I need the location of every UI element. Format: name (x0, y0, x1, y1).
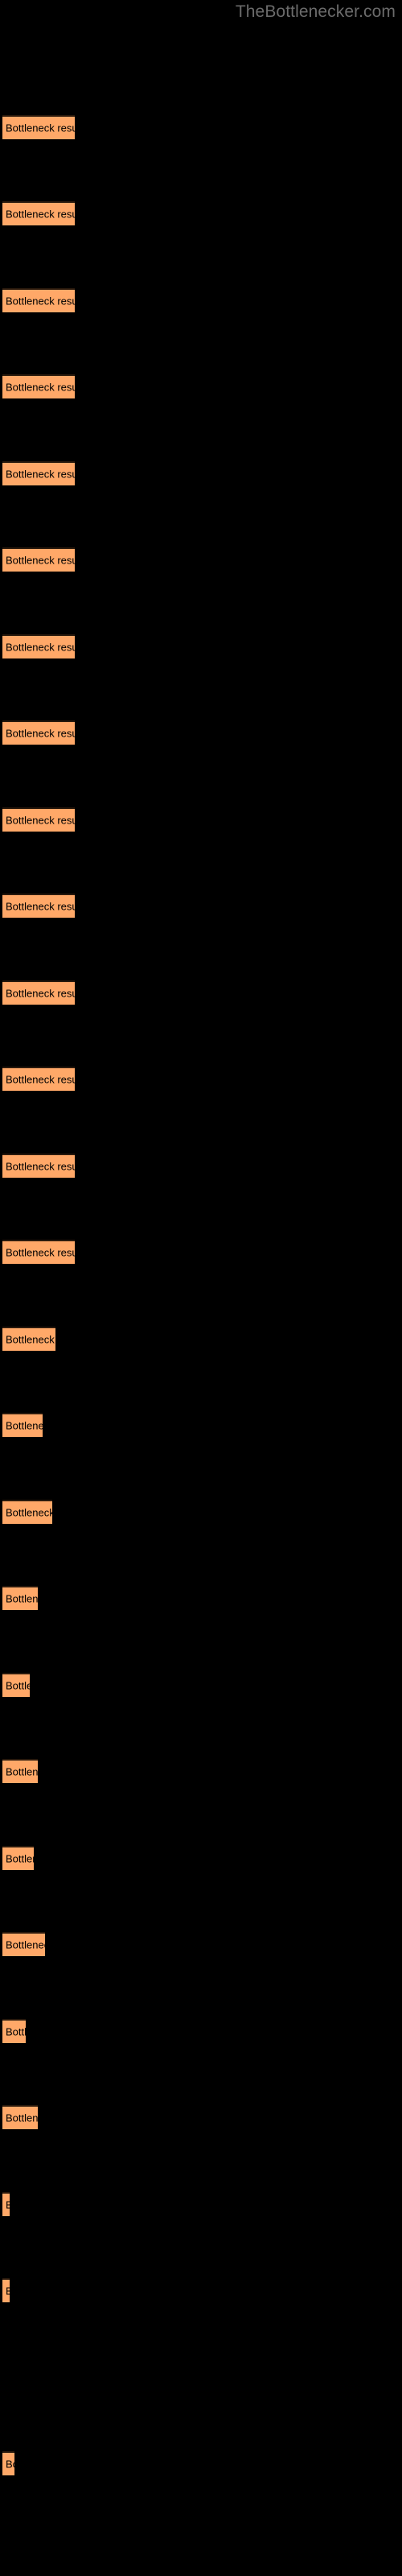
bar-label: Bottleneck result (6, 468, 75, 481)
bar-11[interactable]: Bottleneck result (2, 980, 75, 1005)
bar-label: Bottleneck result (6, 1938, 45, 1951)
bar-label: Bottleneck result (6, 1419, 43, 1432)
bar-7[interactable]: Bottleneck result (2, 634, 75, 658)
bar-3[interactable]: Bottleneck result (2, 288, 75, 312)
bar-24[interactable]: Bottleneck result (2, 2105, 38, 2129)
bar-label: Bottleneck result (6, 554, 75, 567)
bar-5[interactable]: Bottleneck result (2, 461, 75, 485)
bar-6[interactable]: Bottleneck result (2, 547, 75, 572)
bar-10[interactable]: Bottleneck result (2, 894, 75, 918)
bar-label: Bottleneck result (6, 122, 75, 134)
bar-18[interactable]: Bottleneck result (2, 1586, 38, 1610)
bar-19[interactable]: Bottleneck result (2, 1673, 30, 1697)
bar-label: Bottleneck result (6, 900, 75, 913)
bar-label: Bottleneck result (6, 814, 75, 827)
bar-label: Bottleneck result (6, 1852, 34, 1865)
bar-26[interactable]: Bottleneck result (2, 2278, 10, 2302)
bar-22[interactable]: Bottleneck result (2, 1932, 45, 1956)
bar-17[interactable]: Bottleneck result (2, 1500, 52, 1524)
bar-27[interactable]: Bottleneck result (2, 2451, 14, 2475)
bar-1[interactable]: Bottleneck result (2, 115, 75, 139)
bar-16[interactable]: Bottleneck result (2, 1413, 43, 1437)
bar-12[interactable]: Bottleneck result (2, 1067, 75, 1091)
bar-label: Bottleneck result (6, 1765, 38, 1778)
bar-label: Bottleneck result (6, 987, 75, 1000)
bar-25[interactable]: Bottleneck result (2, 2192, 10, 2216)
bar-label: Bottleneck result (6, 1160, 75, 1173)
bar-label: Bottleneck result (6, 381, 75, 394)
bar-label: Bottleneck result (6, 208, 75, 221)
bar-label: Bottleneck result (6, 2112, 38, 2124)
bar-8[interactable]: Bottleneck result (2, 720, 75, 745)
bar-14[interactable]: Bottleneck result (2, 1240, 75, 1264)
bar-9[interactable]: Bottleneck result (2, 807, 75, 832)
bar-label: Bottleneck result (6, 2199, 10, 2211)
bar-label: Bottleneck result (6, 1333, 55, 1346)
bar-label: Bottleneck result (6, 1506, 52, 1519)
bar-label: Bottleneck result (6, 2025, 26, 2038)
bottleneck-bar-chart: TheBottlenecker.com Bottleneck result Bot… (0, 0, 402, 2576)
bar-label: Bottleneck result (6, 1592, 38, 1605)
bar-23[interactable]: Bottleneck result (2, 2019, 26, 2043)
bar-label: Bottleneck result (6, 2285, 10, 2297)
bar-4[interactable]: Bottleneck result (2, 374, 75, 398)
bar-label: Bottleneck result (6, 641, 75, 654)
bar-label: Bottleneck result (6, 727, 75, 740)
bar-13[interactable]: Bottleneck result (2, 1154, 75, 1178)
bar-20[interactable]: Bottleneck result (2, 1759, 38, 1783)
bar-15[interactable]: Bottleneck result (2, 1327, 55, 1351)
bar-label: Bottleneck result (6, 1679, 30, 1692)
bar-label: Bottleneck result (6, 2458, 14, 2471)
site-watermark: TheBottlenecker.com (235, 2, 396, 21)
bar-label: Bottleneck result (6, 295, 75, 308)
bar-21[interactable]: Bottleneck result (2, 1846, 34, 1870)
bar-label: Bottleneck result (6, 1246, 75, 1259)
bar-2[interactable]: Bottleneck result (2, 201, 75, 225)
bar-label: Bottleneck result (6, 1073, 75, 1086)
